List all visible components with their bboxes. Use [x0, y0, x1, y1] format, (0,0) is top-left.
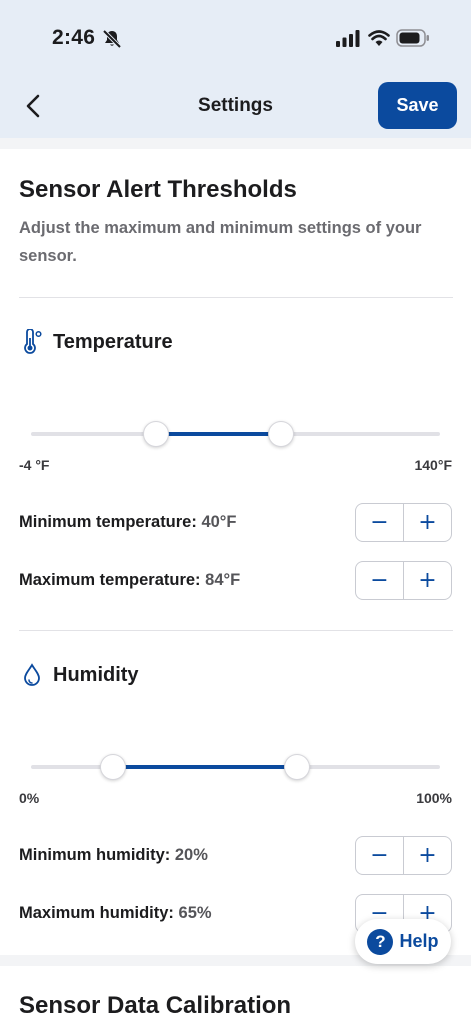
max-temperature-row: Maximum temperature: 84°F: [19, 571, 240, 590]
temperature-max-handle[interactable]: [267, 421, 294, 447]
humidity-max-handle[interactable]: [283, 754, 310, 780]
temperature-title: Temperature: [53, 331, 173, 353]
min-temperature-label: Minimum temperature:: [19, 513, 197, 531]
help-question-icon: ?: [367, 928, 394, 955]
bell-muted-icon: [102, 29, 122, 49]
help-label: Help: [399, 931, 439, 951]
save-button[interactable]: Save: [378, 82, 457, 129]
humidity-min-handle[interactable]: [99, 754, 126, 780]
top-bar: 2:46 Settings Save: [0, 0, 471, 138]
status-time: 2:46: [52, 26, 96, 49]
increment-button[interactable]: +: [404, 504, 451, 541]
temperature-slider-track[interactable]: [31, 432, 440, 436]
decrement-button[interactable]: −: [356, 837, 404, 874]
humidity-slider-track[interactable]: [31, 765, 440, 769]
increment-button[interactable]: +: [404, 837, 451, 874]
divider: [19, 297, 453, 298]
max-temperature-value: 84°F: [205, 571, 241, 589]
battery-icon: [396, 29, 429, 47]
min-humidity-stepper: − +: [355, 836, 452, 875]
section-title-calibration: Sensor Data Calibration: [19, 992, 292, 1019]
temperature-range-max-label: 140°F: [414, 457, 452, 473]
decrement-button[interactable]: −: [356, 562, 404, 599]
max-humidity-value: 65%: [178, 904, 212, 922]
humidity-range-min-label: 0%: [19, 790, 40, 806]
help-button[interactable]: ? Help: [355, 919, 451, 964]
humidity-range-max-label: 100%: [416, 790, 452, 806]
temperature-range-min-label: -4 °F: [19, 457, 50, 473]
max-temperature-label: Maximum temperature:: [19, 571, 201, 589]
water-drop-icon: [24, 663, 40, 686]
temperature-min-handle[interactable]: [142, 421, 169, 447]
max-humidity-row: Maximum humidity: 65%: [19, 904, 212, 923]
divider: [19, 630, 453, 631]
section-description: Adjust the maximum and minimum settings …: [19, 219, 422, 265]
min-humidity-label: Minimum humidity:: [19, 846, 171, 864]
status-bar: 2:46: [0, 0, 471, 76]
humidity-title: Humidity: [53, 664, 139, 686]
min-humidity-row: Minimum humidity: 20%: [19, 846, 208, 865]
section-title-thresholds: Sensor Alert Thresholds: [19, 176, 297, 203]
increment-button[interactable]: +: [404, 562, 451, 599]
min-temperature-stepper: − +: [355, 503, 452, 542]
decrement-button[interactable]: −: [356, 504, 404, 541]
cellular-signal-icon: [336, 30, 360, 47]
thermometer-icon: [24, 329, 42, 354]
min-temperature-row: Minimum temperature: 40°F: [19, 513, 236, 532]
humidity-slider-range: [112, 765, 297, 769]
min-temperature-value: 40°F: [201, 513, 237, 531]
max-temperature-stepper: − +: [355, 561, 452, 600]
temperature-slider-range: [155, 432, 281, 436]
max-humidity-label: Maximum humidity:: [19, 904, 174, 922]
min-humidity-value: 20%: [174, 846, 208, 864]
wifi-icon: [368, 30, 390, 46]
